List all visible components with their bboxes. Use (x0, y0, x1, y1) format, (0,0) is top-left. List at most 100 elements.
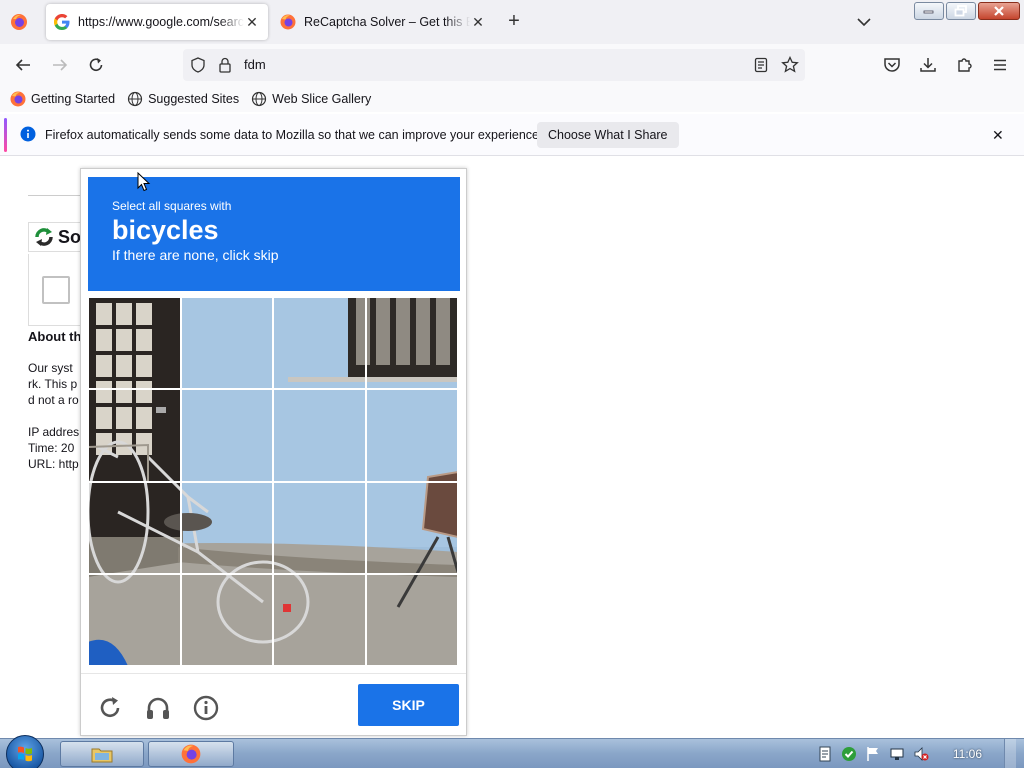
network-icon[interactable] (889, 746, 905, 762)
bookmarks-toolbar: Getting Started Suggested Sites Web Slic… (0, 86, 1024, 112)
url-text[interactable]: fdm (244, 57, 266, 72)
bookmark-label: Web Slice Gallery (272, 92, 372, 106)
grid-tile[interactable] (180, 297, 273, 390)
windows-logo-icon (18, 746, 32, 762)
image-grid (88, 297, 458, 666)
grid-tile[interactable] (88, 389, 181, 482)
grid-tile[interactable] (365, 389, 458, 482)
chevron-down-icon[interactable] (855, 13, 873, 31)
grid-tile[interactable] (180, 573, 273, 666)
folder-icon (91, 748, 113, 763)
puzzle-icon (958, 58, 972, 72)
forward-button[interactable] (50, 55, 70, 75)
tab-google-search[interactable]: https://www.google.com/search ✕ (46, 4, 268, 40)
clock[interactable]: 11:06 (953, 747, 982, 761)
tab-recaptcha-solver[interactable]: ReCaptcha Solver – Get this Exten ✕ (272, 4, 494, 40)
challenge-footer: SKIP (81, 673, 466, 735)
tab-title: https://www.google.com/search (78, 15, 244, 29)
close-tab-icon[interactable]: ✕ (470, 14, 486, 30)
divider (28, 195, 88, 196)
grid-tile[interactable] (273, 481, 366, 574)
instruction-text: Select all squares with (112, 199, 232, 213)
close-tab-icon[interactable]: ✕ (244, 14, 260, 30)
meta-line: IP addres (28, 425, 80, 439)
pocket-icon (884, 58, 900, 72)
reader-view-icon[interactable] (753, 57, 769, 73)
robot-checkbox[interactable] (42, 276, 70, 304)
grid-tile[interactable] (365, 481, 458, 574)
solver-checkbox-area (28, 254, 88, 326)
restore-button[interactable] (946, 2, 976, 20)
choose-what-i-share-button[interactable]: Choose What I Share (537, 122, 679, 148)
document-icon[interactable] (817, 746, 833, 762)
reload-icon (89, 58, 103, 71)
tab-strip: https://www.google.com/search ✕ ReCaptch… (0, 0, 1024, 44)
grid-tile[interactable] (273, 573, 366, 666)
restore-icon (954, 5, 967, 17)
bookmark-getting-started[interactable]: Getting Started (10, 91, 115, 107)
downloads-button[interactable] (918, 55, 938, 75)
firefox-icon (181, 744, 201, 764)
recycle-arrows-icon (35, 228, 53, 246)
about-heading: About th (28, 329, 82, 344)
screen: https://www.google.com/search ✕ ReCaptch… (0, 0, 1024, 768)
solver-header: So (28, 222, 88, 252)
bookmark-web-slice-gallery[interactable]: Web Slice Gallery (251, 91, 371, 107)
challenge-keyword: bicycles (112, 215, 219, 245)
recaptcha-challenge: Select all squares with bicycles If ther… (80, 168, 467, 736)
security-shield-icon[interactable] (841, 746, 857, 762)
grid-tile[interactable] (180, 481, 273, 574)
flag-icon[interactable] (865, 746, 881, 762)
start-button[interactable] (6, 735, 44, 768)
paragraph-line: d not a ro (28, 393, 79, 407)
grid-tile[interactable] (88, 573, 181, 666)
reload-challenge-icon[interactable] (96, 694, 124, 722)
firefox-view-icon[interactable] (10, 13, 28, 31)
info-icon[interactable] (192, 694, 220, 722)
close-notification-icon[interactable]: ✕ (992, 127, 1004, 144)
bookmark-suggested-sites[interactable]: Suggested Sites (127, 91, 239, 107)
url-bar[interactable]: fdm (183, 49, 805, 81)
notification-text: Firefox automatically sends some data to… (45, 128, 543, 142)
grid-tile[interactable] (88, 481, 181, 574)
taskbar-firefox[interactable] (148, 741, 234, 767)
taskbar: 11:06 (0, 735, 1024, 768)
navigation-toolbar: fdm (0, 44, 1024, 86)
pocket-button[interactable] (882, 55, 902, 75)
paragraph-line: Our syst (28, 361, 73, 375)
grid-tile[interactable] (180, 389, 273, 482)
globe-icon (252, 91, 267, 107)
bookmark-label: Suggested Sites (148, 92, 240, 106)
reload-button[interactable] (86, 55, 106, 75)
new-tab-button[interactable]: + (504, 11, 524, 32)
firefox-icon (10, 91, 26, 107)
speaker-muted-icon[interactable] (913, 746, 929, 762)
show-desktop-button[interactable] (1004, 739, 1016, 768)
notification-bar: Firefox automatically sends some data to… (0, 114, 1024, 156)
app-menu-button[interactable] (990, 55, 1010, 75)
skip-button[interactable]: SKIP (358, 684, 459, 726)
google-icon (54, 14, 70, 30)
extensions-button[interactable] (955, 55, 975, 75)
taskbar-explorer[interactable] (60, 741, 144, 767)
globe-icon (127, 91, 143, 107)
challenge-subtext: If there are none, click skip (112, 247, 279, 263)
minimize-button[interactable] (914, 2, 944, 20)
paragraph-line: rk. This p (28, 377, 78, 391)
close-icon (994, 6, 1004, 16)
grid-tile[interactable] (365, 573, 458, 666)
download-icon (920, 58, 936, 72)
grid-tile[interactable] (88, 297, 181, 390)
grid-tile[interactable] (273, 389, 366, 482)
challenge-header: Select all squares with bicycles If ther… (88, 177, 460, 291)
meta-line: URL: http (28, 457, 79, 471)
back-button[interactable] (13, 55, 33, 75)
arrow-right-icon (53, 59, 68, 71)
lock-icon[interactable] (218, 57, 232, 73)
close-window-button[interactable] (978, 2, 1020, 20)
headphones-icon[interactable] (144, 694, 172, 722)
star-icon[interactable] (781, 56, 799, 74)
grid-tile[interactable] (273, 297, 366, 390)
grid-tile[interactable] (365, 297, 458, 390)
shield-icon[interactable] (190, 57, 206, 73)
